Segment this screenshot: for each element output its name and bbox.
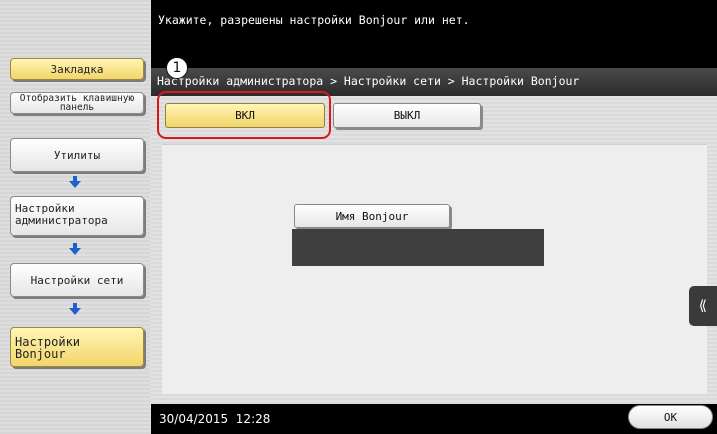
arrow-down-icon: [69, 176, 81, 188]
date-time: 30/04/2015 12:28: [159, 412, 271, 426]
show-keypad-button[interactable]: Отобразить клавишную панель: [10, 92, 144, 114]
double-chevron-left-icon: ⟪: [698, 298, 708, 314]
arrow-down-icon: [69, 243, 81, 255]
nav-step-label: Настройки сети: [30, 273, 124, 287]
highlight-frame: [157, 91, 331, 139]
step-callout: 1: [166, 57, 188, 79]
keypad-label: Отобразить клавишную панель: [19, 93, 135, 113]
message-bar: Укажите, разрешены настройки Bonjour или…: [151, 0, 717, 68]
nav-step-admin-settings-button[interactable]: Настройки администратора: [10, 196, 144, 236]
breadcrumb-text: Настройки администратора > Настройки сет…: [157, 74, 580, 88]
ok-button[interactable]: OK: [628, 405, 713, 429]
bookmark-label: Закладка: [50, 62, 104, 76]
bookmark-button[interactable]: Закладка: [10, 58, 144, 80]
side-panel-tab[interactable]: ⟪: [689, 286, 717, 326]
nav-step-bonjour-settings-button[interactable]: Настройки Bonjour: [10, 327, 144, 367]
off-button[interactable]: ВЫКЛ: [333, 103, 481, 128]
bonjour-name-label: Имя Bonjour: [335, 209, 409, 223]
arrow-down-icon: [69, 303, 81, 315]
bonjour-name-button[interactable]: Имя Bonjour: [294, 204, 450, 228]
bonjour-settings-panel: [162, 144, 707, 394]
bonjour-name-field[interactable]: [292, 229, 544, 266]
nav-step-network-settings-button[interactable]: Настройки сети: [10, 263, 144, 297]
nav-step-label: Настройки администратора: [15, 202, 108, 227]
ok-label: OK: [663, 410, 678, 424]
callout-number: 1: [172, 60, 182, 76]
instruction-message: Укажите, разрешены настройки Bonjour или…: [158, 13, 470, 27]
nav-step-label: Утилиты: [53, 148, 101, 162]
left-navigation-panel: Закладка Отобразить клавишную панель Ути…: [0, 0, 150, 434]
nav-step-utilities-button[interactable]: Утилиты: [10, 138, 144, 172]
nav-step-label: Настройки Bonjour: [15, 335, 81, 361]
off-label: ВЫКЛ: [393, 109, 421, 122]
